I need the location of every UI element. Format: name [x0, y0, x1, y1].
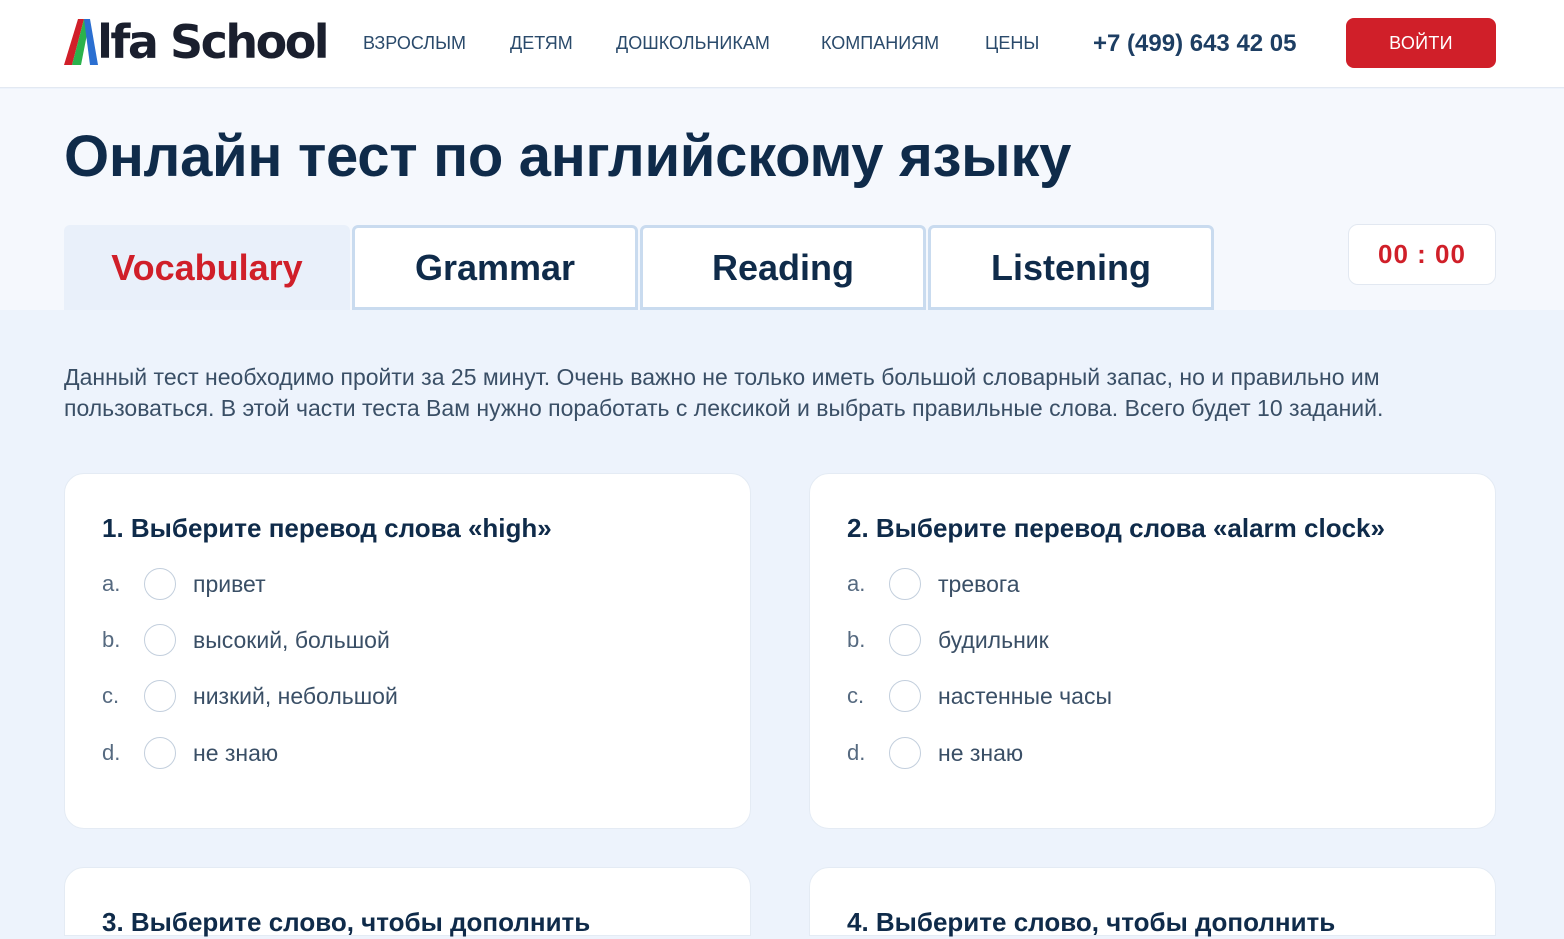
option-text: высокий, большой: [193, 627, 390, 653]
site-header: A lfa School ВЗРОСЛЫМ ДЕТЯМ ДОШКОЛЬНИКАМ…: [0, 0, 1564, 88]
radio-button[interactable]: [144, 568, 176, 600]
option-text: не знаю: [193, 740, 279, 766]
option-letter: b.: [102, 627, 121, 652]
option-letter: b.: [847, 627, 866, 652]
tab-listening[interactable]: Listening: [928, 225, 1214, 310]
radio-button[interactable]: [144, 737, 176, 769]
question-title: 4. Выберите слово, чтобы дополнить: [847, 907, 1336, 937]
option-letter: c.: [102, 683, 120, 708]
option-letter: c.: [847, 683, 865, 708]
nav-adults[interactable]: ВЗРОСЛЫМ: [363, 32, 466, 54]
radio-button[interactable]: [889, 624, 921, 656]
radio-button[interactable]: [889, 737, 921, 769]
nav-preschool[interactable]: ДОШКОЛЬНИКАМ: [616, 32, 770, 54]
question-card-4: 4. Выберите слово, чтобы дополнить: [809, 867, 1496, 937]
radio-button[interactable]: [889, 680, 921, 712]
question-title: 2. Выберите перевод слова «alarm clock»: [847, 513, 1385, 543]
answer-option[interactable]: b. будильник: [810, 624, 1410, 656]
answer-option[interactable]: d. не знаю: [65, 737, 665, 769]
phone-number[interactable]: +7 (499) 643 42 05: [1093, 29, 1297, 59]
answer-option[interactable]: b. высокий, большой: [65, 624, 665, 656]
test-description: Данный тест необходимо пройти за 25 мину…: [64, 364, 1384, 421]
radio-button[interactable]: [144, 680, 176, 712]
page-title: Онлайн тест по английскому языку: [64, 124, 1072, 189]
alfa-school-logo[interactable]: A lfa School: [64, 15, 330, 69]
test-timer: 00 : 00: [1348, 224, 1496, 285]
answer-option[interactable]: c. настенные часы: [810, 680, 1410, 712]
option-text: тревога: [938, 571, 1020, 597]
nav-companies[interactable]: КОМПАНИЯМ: [821, 32, 939, 54]
question-title: 3. Выберите слово, чтобы дополнить: [102, 907, 591, 937]
option-text: будильник: [938, 627, 1049, 653]
option-text: низкий, небольшой: [193, 683, 398, 709]
option-text: не знаю: [938, 740, 1024, 766]
logo-a-icon: [64, 19, 98, 65]
logo-a-mark: A: [64, 17, 98, 67]
question-card-1: 1. Выберите перевод слова «high» a. прив…: [64, 473, 751, 829]
question-title: 1. Выберите перевод слова «high»: [102, 513, 552, 543]
login-button[interactable]: ВОЙТИ: [1346, 18, 1496, 68]
answer-option[interactable]: d. не знаю: [810, 737, 1410, 769]
option-letter: a.: [102, 571, 121, 596]
nav-prices[interactable]: ЦЕНЫ: [985, 32, 1039, 54]
option-text: привет: [193, 571, 266, 597]
question-card-2: 2. Выберите перевод слова «alarm clock» …: [809, 473, 1496, 829]
radio-button[interactable]: [144, 624, 176, 656]
option-letter: a.: [847, 571, 866, 596]
tab-reading[interactable]: Reading: [640, 225, 926, 310]
logo-text: lfa School: [97, 15, 329, 69]
tab-grammar[interactable]: Grammar: [352, 225, 638, 310]
option-text: настенные часы: [938, 683, 1112, 709]
option-letter: d.: [847, 740, 866, 765]
option-letter: d.: [102, 740, 121, 765]
answer-option[interactable]: a. тревога: [810, 568, 1410, 600]
nav-kids[interactable]: ДЕТЯМ: [510, 32, 573, 54]
question-card-3: 3. Выберите слово, чтобы дополнить: [64, 867, 751, 937]
tab-vocabulary[interactable]: Vocabulary: [64, 225, 350, 310]
answer-option[interactable]: c. низкий, небольшой: [65, 680, 665, 712]
radio-button[interactable]: [889, 568, 921, 600]
answer-option[interactable]: a. привет: [65, 568, 665, 600]
